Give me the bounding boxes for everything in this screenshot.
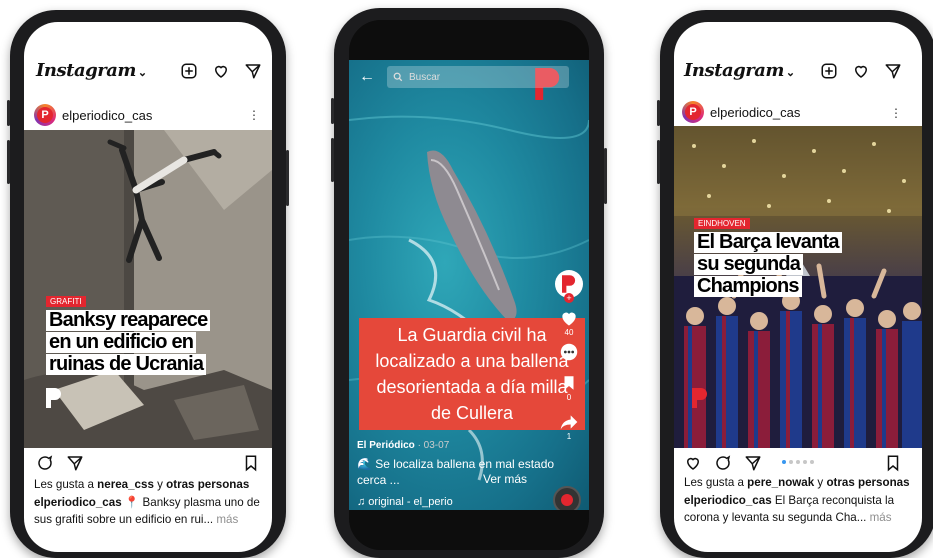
avatar[interactable]: P [682, 101, 704, 123]
comment-icon[interactable] [714, 454, 732, 472]
bookmark-icon[interactable] [884, 454, 902, 472]
post-kicker: EINDHOVEN [694, 218, 750, 229]
liker-name[interactable]: nerea_css [97, 478, 154, 491]
post-actions [36, 454, 260, 472]
new-post-icon[interactable] [820, 62, 838, 80]
bookmark-icon[interactable] [242, 454, 260, 472]
phone-left: Instagram ⌄ P elperiodico_cas ⋮ GRAFITI … [7, 10, 289, 558]
search-input[interactable]: Buscar [387, 66, 569, 88]
post-author[interactable]: P elperiodico_cas [34, 104, 152, 126]
video-title: La Guardia civil ha localizado a una bal… [359, 318, 585, 430]
instagram-screen-right: Instagram ⌄ P elperiodico_cas ⋮ EINDHOVE… [674, 22, 922, 552]
more-options-icon[interactable]: ⋮ [890, 106, 902, 120]
share-icon[interactable] [559, 412, 579, 432]
heart-icon[interactable] [852, 62, 870, 80]
channel-avatar[interactable]: + [555, 270, 583, 303]
more-options-icon[interactable]: ⋮ [248, 108, 260, 122]
post-headline: El Barça levanta su segunda Champions [694, 232, 842, 298]
share-count: 1 [566, 432, 572, 441]
caption-more-link[interactable]: más [866, 511, 892, 524]
post-image[interactable]: EINDHOVEN El Barça levanta su segunda Ch… [674, 126, 922, 448]
account-name[interactable]: elperiodico_cas [710, 105, 800, 120]
post-image[interactable]: GRAFITI Banksy reaparece en un edificio … [24, 130, 272, 448]
carousel-dot [803, 460, 807, 464]
video-author[interactable]: El Periódico · 03-07 [357, 440, 449, 451]
video-screen: ← Buscar La Guardia civil ha localizado … [349, 20, 589, 550]
account-name[interactable]: elperiodico_cas [62, 108, 152, 123]
caption: elperiodico_cas 📍 Banksy plasma uno de s… [34, 496, 260, 526]
video-action-rail: + 40 0 1 [555, 270, 583, 441]
instagram-logo[interactable]: Instagram ⌄ [36, 60, 147, 81]
comment-icon[interactable] [36, 454, 54, 472]
caption: elperiodico_cas El Barça reconquista la … [684, 494, 895, 524]
post-author[interactable]: P elperiodico_cas [682, 101, 800, 123]
caption-author[interactable]: elperiodico_cas [34, 496, 122, 509]
phone-middle: ← Buscar La Guardia civil ha localizado … [331, 8, 607, 558]
other-likers[interactable]: otras personas [166, 478, 249, 491]
like-icon[interactable] [558, 308, 580, 328]
el-periodico-logo [46, 388, 61, 408]
carousel-dot [782, 460, 786, 464]
save-count: 0 [566, 393, 572, 402]
direct-message-icon[interactable] [884, 62, 902, 80]
comment-icon[interactable] [558, 341, 580, 363]
caption-more-link[interactable]: más [213, 513, 238, 526]
share-icon[interactable] [744, 454, 762, 472]
audio-track[interactable]: ♫ original - el_perio [357, 496, 453, 508]
heart-icon[interactable] [212, 62, 230, 80]
caption-author[interactable]: elperiodico_cas [684, 494, 772, 507]
likes-line: Les gusta a pere_nowak y otras personas [684, 476, 910, 489]
like-icon[interactable] [684, 454, 702, 472]
carousel-dot [796, 460, 800, 464]
instagram-logo[interactable]: Instagram ⌄ [684, 60, 795, 81]
like-count: 40 [564, 328, 574, 337]
avatar[interactable]: P [34, 104, 56, 126]
phone-right: Instagram ⌄ P elperiodico_cas ⋮ EINDHOVE… [657, 10, 933, 558]
share-icon[interactable] [66, 454, 84, 472]
carousel-indicator[interactable] [782, 460, 814, 464]
instagram-screen-left: Instagram ⌄ P elperiodico_cas ⋮ GRAFITI … [24, 22, 272, 552]
back-arrow-icon[interactable]: ← [359, 68, 375, 86]
carousel-dot [810, 460, 814, 464]
el-periodico-logo [692, 388, 707, 408]
post-kicker: GRAFITI [46, 296, 86, 307]
search-icon [393, 72, 403, 82]
liker-name[interactable]: pere_nowak [747, 476, 814, 489]
carousel-dot [789, 460, 793, 464]
direct-message-icon[interactable] [244, 62, 262, 80]
bookmark-icon[interactable] [560, 373, 578, 393]
new-post-icon[interactable] [180, 62, 198, 80]
post-headline: Banksy reaparece en un edificio en ruina… [46, 310, 211, 376]
likes-line: Les gusta a nerea_css y otras personas [34, 478, 250, 491]
see-more-link[interactable]: Ver más [483, 472, 527, 486]
other-likers[interactable]: otras personas [826, 476, 909, 489]
